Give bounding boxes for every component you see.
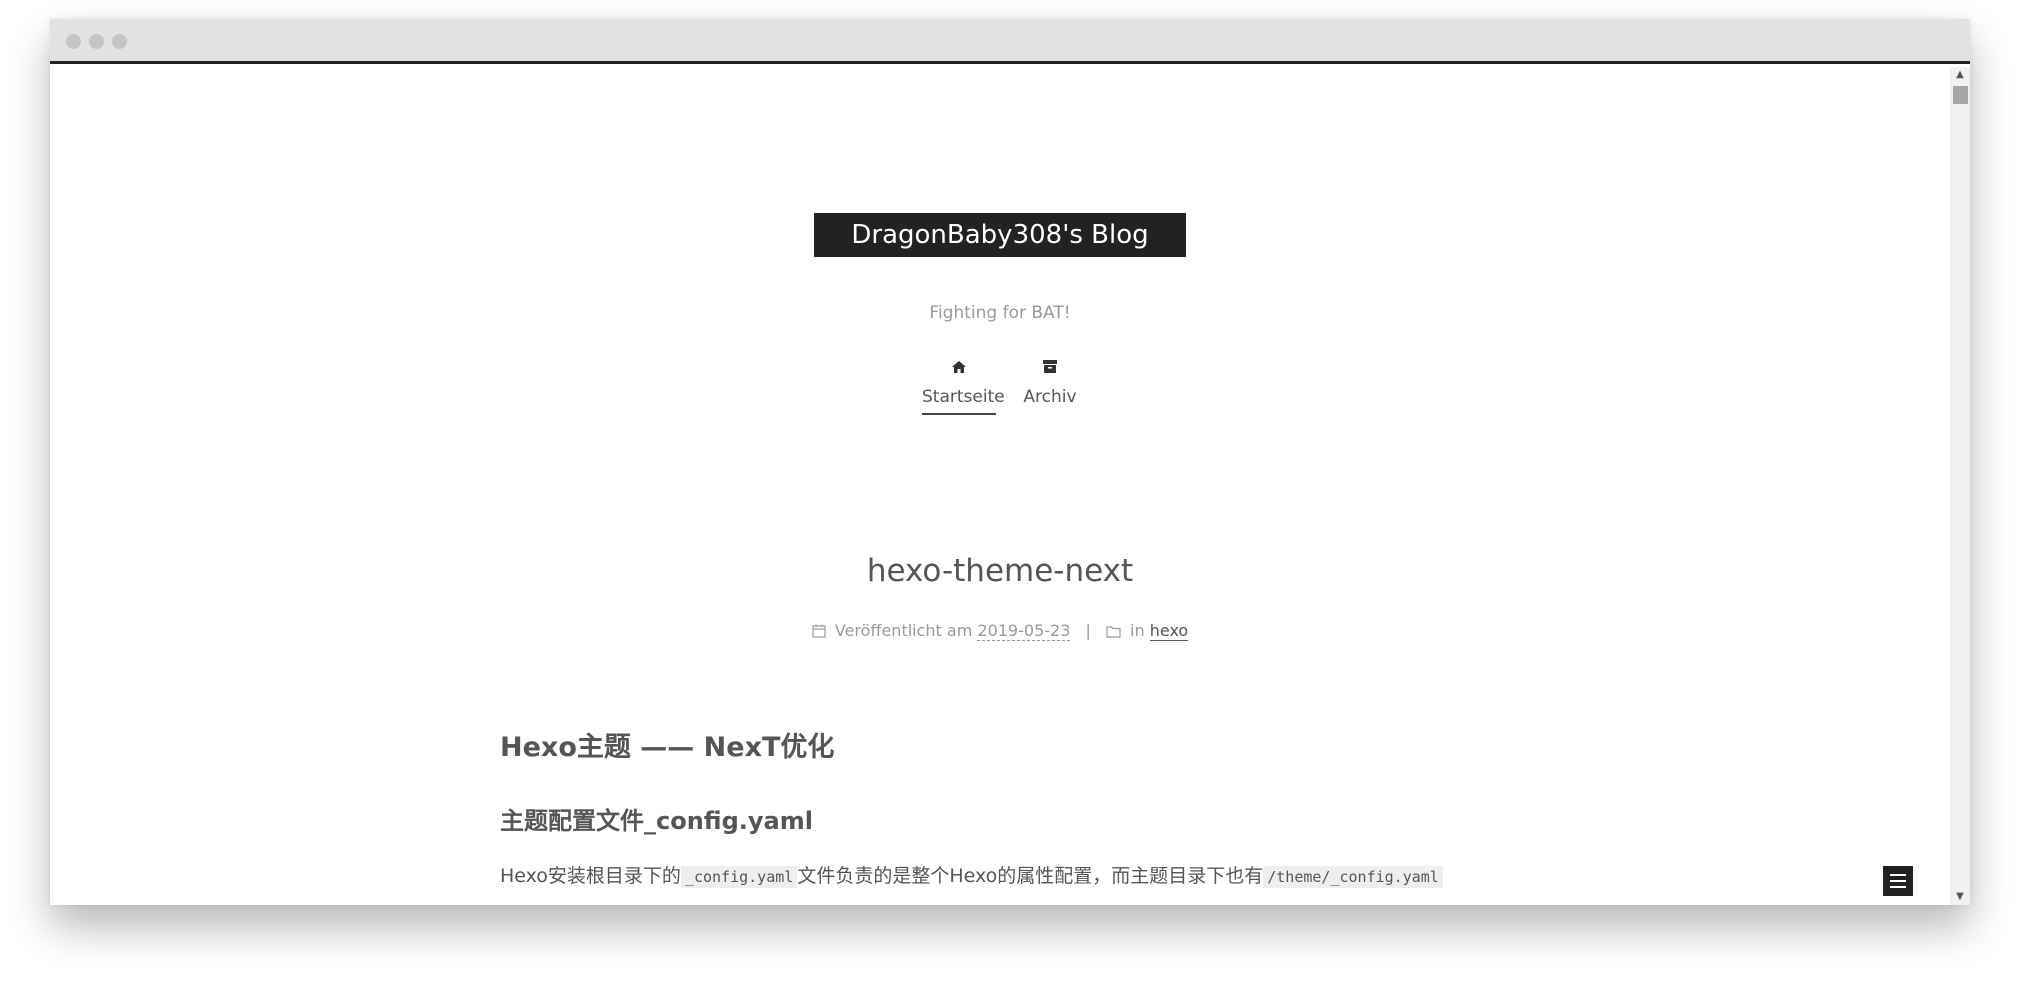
scroll-up-arrow-icon[interactable]: ▲ [1950,67,1970,83]
page-content: DragonBaby308's Blog Fighting for BAT! S… [50,67,1950,905]
post-heading-2: 主题配置文件_config.yaml [500,807,813,835]
main-nav: Startseite Archiv [50,357,1950,417]
published-label: Veröffentlicht am [834,621,973,640]
vertical-scrollbar[interactable]: ▲ ▼ [1950,67,1970,905]
window-close-dot[interactable] [66,34,81,49]
site-title-text[interactable]: DragonBaby308's Blog [851,220,1148,250]
menu-icon-line [1890,880,1906,882]
post-paragraph: Hexo安装根目录下的 _config.yaml 文件负责的是整个Hexo的属性配置… [500,861,1443,888]
site-title[interactable]: DragonBaby308's Blog [814,213,1186,257]
post-heading-1: Hexo主题 —— NexT优化 [500,732,835,763]
menu-icon-line [1890,874,1906,876]
nav-item-archive[interactable]: Archiv [1020,357,1080,407]
browser-window: DragonBaby308's Blog Fighting for BAT! S… [50,19,1970,905]
home-icon [922,357,996,381]
nav-item-archive-label: Archiv [1023,387,1077,407]
post-meta: Veröffentlicht am 2019-05-23 | in hexo [50,621,1950,641]
scrollbar-thumb[interactable] [1953,86,1968,104]
in-label: in [1130,621,1145,640]
paragraph-text-1: Hexo安装根目录下的 [500,865,681,887]
calendar-icon [812,624,826,638]
window-minimize-dot[interactable] [89,34,104,49]
inline-code-config: _config.yaml [680,866,798,888]
post-date: 2019-05-23 [977,621,1071,641]
nav-item-home[interactable]: Startseite [922,357,1005,415]
inline-code-theme-config: /theme/_config.yaml [1263,866,1443,888]
archive-icon [1020,357,1080,381]
folder-icon [1106,626,1121,638]
meta-separator: | [1085,621,1091,640]
window-maximize-dot[interactable] [112,34,127,49]
post-title[interactable]: hexo-theme-next [50,553,1950,589]
sidebar-toggle-button[interactable] [1883,866,1913,896]
paragraph-text-2: 文件负责的是整个Hexo的属性配置，而主题目录下也有 [797,865,1264,887]
nav-item-home-label: Startseite [922,387,1005,407]
category-link[interactable]: hexo [1149,621,1189,641]
site-subtitle: Fighting for BAT! [929,303,1071,323]
menu-icon-line [1890,886,1906,888]
scroll-down-arrow-icon[interactable]: ▼ [1950,889,1970,905]
window-titlebar [50,19,1970,64]
